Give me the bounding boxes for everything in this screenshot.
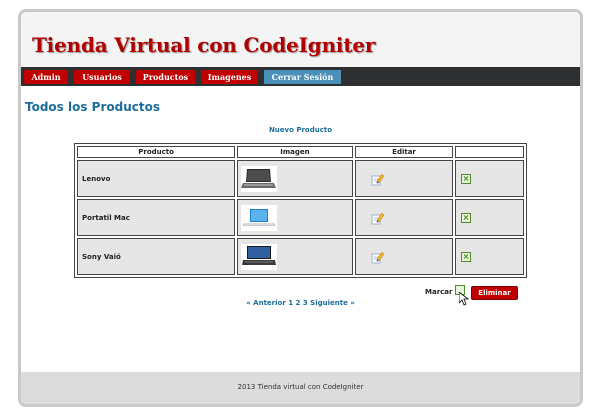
pencil-edit-icon[interactable] (371, 250, 385, 264)
pagination-prev[interactable]: « Anterior (246, 299, 286, 307)
page-frame: Tienda Virtual con CodeIgniter Admin Usu… (18, 9, 583, 407)
table-row: Lenovo (77, 160, 524, 197)
nav-cerrar-sesion[interactable]: Cerrar Sesión (264, 70, 341, 84)
col-header-imagen: Imagen (237, 146, 353, 158)
site-title: Tienda Virtual con CodeIgniter (32, 33, 376, 57)
col-header-producto: Producto (77, 146, 236, 158)
pagination: « Anterior 1 2 3 Siguiente » (21, 299, 580, 307)
laptop-thumbnail[interactable] (241, 243, 278, 270)
products-table: Producto Imagen Editar Lenovo Portatil M… (74, 143, 527, 278)
product-name: Sony Vaió (77, 238, 236, 275)
laptop-thumbnail[interactable] (241, 165, 278, 192)
main-navbar: Admin Usuarios Productos Imagenes Cerrar… (21, 67, 580, 86)
pagination-page-1[interactable]: 1 (288, 299, 293, 307)
nav-productos[interactable]: Productos (136, 70, 195, 84)
pagination-page-3[interactable]: 3 (303, 299, 308, 307)
checkbox-icon[interactable] (461, 251, 472, 262)
pencil-edit-icon[interactable] (371, 211, 385, 225)
new-product-link[interactable]: Nuevo Producto (21, 126, 580, 134)
product-name: Lenovo (77, 160, 236, 197)
table-row: Portatil Mac (77, 199, 524, 236)
footer-text: 2013 Tienda virtual con CodeIgniter (237, 383, 364, 391)
nav-admin[interactable]: Admin (24, 70, 68, 84)
pencil-edit-icon[interactable] (371, 172, 385, 186)
page-title: Todos los Productos (25, 100, 160, 114)
nav-usuarios[interactable]: Usuarios (74, 70, 130, 84)
nav-imagenes[interactable]: Imagenes (201, 70, 258, 84)
site-header: Tienda Virtual con CodeIgniter (21, 12, 580, 67)
checkbox-icon[interactable] (461, 212, 472, 223)
mark-label: Marcar (425, 288, 453, 296)
site-footer: 2013 Tienda virtual con CodeIgniter (21, 372, 580, 404)
col-header-editar: Editar (354, 146, 454, 158)
pagination-page-2[interactable]: 2 (296, 299, 301, 307)
product-name: Portatil Mac (77, 199, 236, 236)
delete-button[interactable]: Eliminar (471, 286, 518, 300)
col-header-select (455, 146, 524, 158)
table-row: Sony Vaió (77, 238, 524, 275)
laptop-thumbnail[interactable] (241, 204, 278, 231)
checkbox-icon[interactable] (461, 173, 472, 184)
pagination-next[interactable]: Siguiente » (310, 299, 355, 307)
